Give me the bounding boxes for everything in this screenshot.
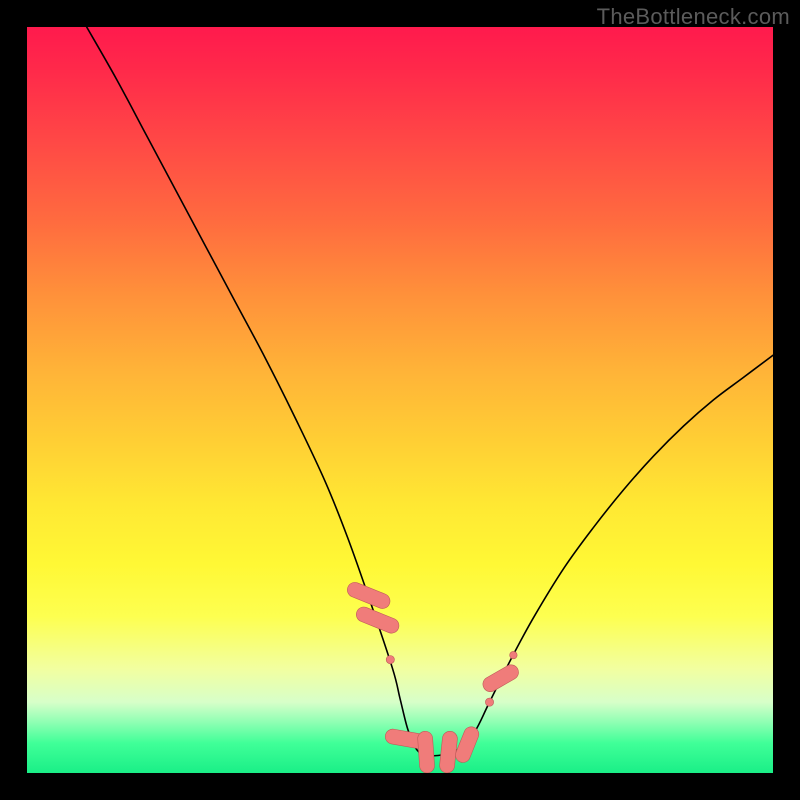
chart-marker bbox=[354, 605, 401, 636]
marker-group bbox=[345, 580, 521, 773]
chart-marker bbox=[485, 698, 493, 706]
chart-marker bbox=[345, 580, 392, 611]
chart-plot-area bbox=[27, 27, 773, 773]
chart-marker bbox=[510, 651, 517, 658]
chart-marker bbox=[386, 656, 394, 664]
bottleneck-curve bbox=[87, 27, 773, 756]
chart-marker bbox=[417, 731, 435, 773]
chart-frame: TheBottleneck.com bbox=[0, 0, 800, 800]
chart-marker bbox=[453, 725, 481, 765]
chart-marker bbox=[439, 731, 458, 773]
chart-overlay-svg bbox=[27, 27, 773, 773]
chart-marker bbox=[384, 728, 434, 751]
chart-marker bbox=[480, 662, 521, 694]
